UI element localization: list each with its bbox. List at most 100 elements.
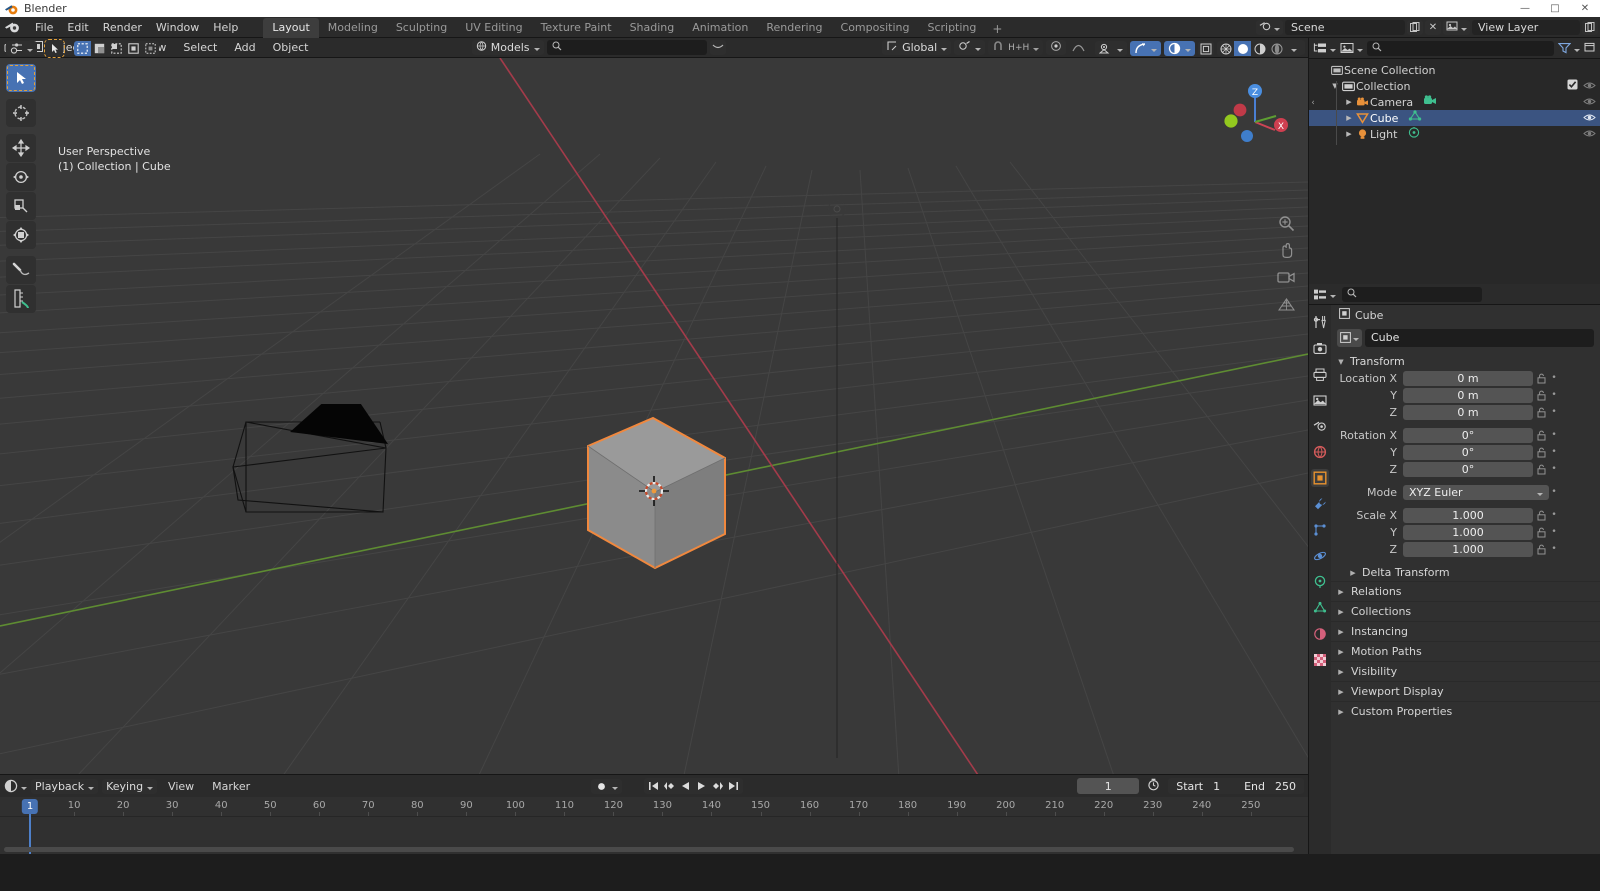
instancing-panel-header[interactable]: ▶ Instancing [1331,621,1600,641]
select-invert-icon[interactable] [125,41,142,56]
outliner-row-cube[interactable]: ▶ Cube [1309,110,1600,126]
data-tab[interactable] [1311,599,1329,617]
tweak-select-tool[interactable] [6,64,36,93]
keying-menu[interactable]: Keying [102,778,158,794]
tab-shading[interactable]: Shading [621,18,684,38]
viewlayer-selector[interactable] [1443,19,1470,35]
location-y-field[interactable]: 0 m [1403,387,1533,403]
visibility-selector[interactable] [1095,41,1127,56]
location-z-lock-icon[interactable] [1533,407,1549,418]
scale-y-lock-icon[interactable] [1533,527,1549,538]
outliner-display-mode-chevron-icon[interactable] [1330,42,1336,55]
snap-chevron-icon[interactable] [1033,41,1039,54]
select-intersect-icon[interactable] [142,41,159,56]
overlays-toggle[interactable] [1164,41,1195,56]
outliner-row-light[interactable]: ▶ Light [1309,126,1600,142]
rotation-x-lock-icon[interactable] [1533,430,1549,441]
collection-disclosure-triangle[interactable]: ▼ [1329,82,1341,90]
properties-type-chevron-icon[interactable] [1330,288,1336,301]
scale-x-lock-icon[interactable] [1533,510,1549,521]
outliner-view-layer-icon[interactable] [1340,42,1363,55]
current-frame-field[interactable]: 1 [1077,778,1140,794]
tab-layout[interactable]: Layout [263,17,319,38]
menu-window[interactable]: Window [149,19,206,36]
snap-selector[interactable]: H+H [988,40,1044,56]
relations-panel-header[interactable]: ▶ Relations [1331,581,1600,601]
camera-disclosure-triangle[interactable]: ▶ [1343,98,1355,106]
transform-panel-header[interactable]: ▼ Transform [1331,353,1600,370]
cursor-tool[interactable] [6,99,36,128]
proportional-edit-toggle[interactable] [1046,40,1067,56]
select-set-icon[interactable] [74,41,91,56]
outliner-tree[interactable]: Scene Collection ▼ Collection ▶ Camera ▶… [1309,59,1600,284]
add-workspace-button[interactable]: + [985,20,1009,38]
camera-data-icon[interactable] [1423,94,1437,110]
new-viewlayer-button[interactable] [1582,19,1598,35]
next-keyframe-icon[interactable] [710,778,725,794]
output-tab[interactable] [1311,365,1329,383]
timeline-menu-view[interactable]: View [161,778,201,795]
frame-range-fields[interactable]: Start 1 End 250 [1168,778,1304,794]
outliner-collapse-handle[interactable]: ‹ [1309,97,1317,109]
start-frame-value[interactable]: 1 [1213,780,1220,793]
scene-chevron-down-icon[interactable] [1274,21,1280,34]
jump-start-icon[interactable] [646,778,661,794]
constraints-tab[interactable] [1311,573,1329,591]
tab-animation[interactable]: Animation [683,18,757,38]
location-y-lock-icon[interactable] [1533,390,1549,401]
filter-icon[interactable] [1558,42,1580,55]
minimize-button[interactable]: — [1510,0,1540,17]
rotate-tool[interactable] [6,163,36,192]
asset-library-selector[interactable]: Models [471,40,544,56]
render-tab[interactable] [1311,339,1329,357]
delta-transform-panel-header[interactable]: ▶ Delta Transform [1331,564,1600,581]
shading-material-icon[interactable] [1251,41,1268,56]
hand-icon[interactable] [1276,240,1296,260]
tool-settings-toggle[interactable] [6,41,37,56]
rotation-mode-animate-dot[interactable]: • [1549,487,1559,497]
outliner-row-scene-collection[interactable]: Scene Collection [1309,62,1600,78]
close-button[interactable]: ✕ [1570,0,1600,17]
tab-rendering[interactable]: Rendering [757,18,831,38]
location-z-field[interactable]: 0 m [1403,404,1533,420]
keying-set-selector[interactable] [591,778,623,794]
rotation-x-field[interactable]: 0° [1403,427,1533,443]
object-name-field[interactable]: Cube [1365,328,1594,347]
gizmo-chevron-icon[interactable] [1151,42,1157,55]
gizmo-toggle[interactable] [1130,41,1161,56]
filter-chevron-icon[interactable] [1574,42,1580,55]
tab-texture-paint[interactable]: Texture Paint [532,18,621,38]
play-icon[interactable] [694,778,709,794]
rotation-y-animate-dot[interactable]: • [1549,447,1559,457]
new-scene-button[interactable] [1407,19,1423,35]
scale-x-animate-dot[interactable]: • [1549,510,1559,520]
shading-wireframe-icon[interactable] [1217,41,1234,56]
physics-tab[interactable] [1311,547,1329,565]
custom-properties-panel-header[interactable]: ▶ Custom Properties [1331,701,1600,721]
shading-chevron-icon[interactable] [1285,41,1302,56]
navigation-gizmo[interactable]: Z X [1218,78,1288,148]
object-id-chevron-icon[interactable] [1353,331,1359,344]
timeline-playhead-badge[interactable]: 1 [21,799,39,814]
texture-tab[interactable] [1311,651,1329,669]
tab-scripting[interactable]: Scripting [918,18,985,38]
maximize-button[interactable]: □ [1540,0,1570,17]
scene-tab[interactable] [1311,417,1329,435]
object-tab[interactable] [1311,469,1329,487]
prev-keyframe-icon[interactable] [662,778,677,794]
collections-panel-header[interactable]: ▶ Collections [1331,601,1600,621]
particles-tab[interactable] [1311,521,1329,539]
scale-y-animate-dot[interactable]: • [1549,527,1559,537]
scale-z-animate-dot[interactable]: • [1549,544,1559,554]
collection-exclude-checkbox[interactable] [1567,79,1578,93]
modifiers-tab[interactable] [1311,495,1329,513]
material-tab[interactable] [1311,625,1329,643]
viewlayer-name-field[interactable]: View Layer [1472,19,1580,35]
tab-modeling[interactable]: Modeling [319,18,387,38]
viewlayer-chevron-down-icon[interactable] [1461,21,1467,34]
transform-tool[interactable] [6,221,36,250]
location-x-lock-icon[interactable] [1533,373,1549,384]
shading-solid-icon[interactable] [1234,41,1251,56]
scale-z-lock-icon[interactable] [1533,544,1549,555]
camera-hide-eye-icon[interactable] [1583,96,1596,109]
